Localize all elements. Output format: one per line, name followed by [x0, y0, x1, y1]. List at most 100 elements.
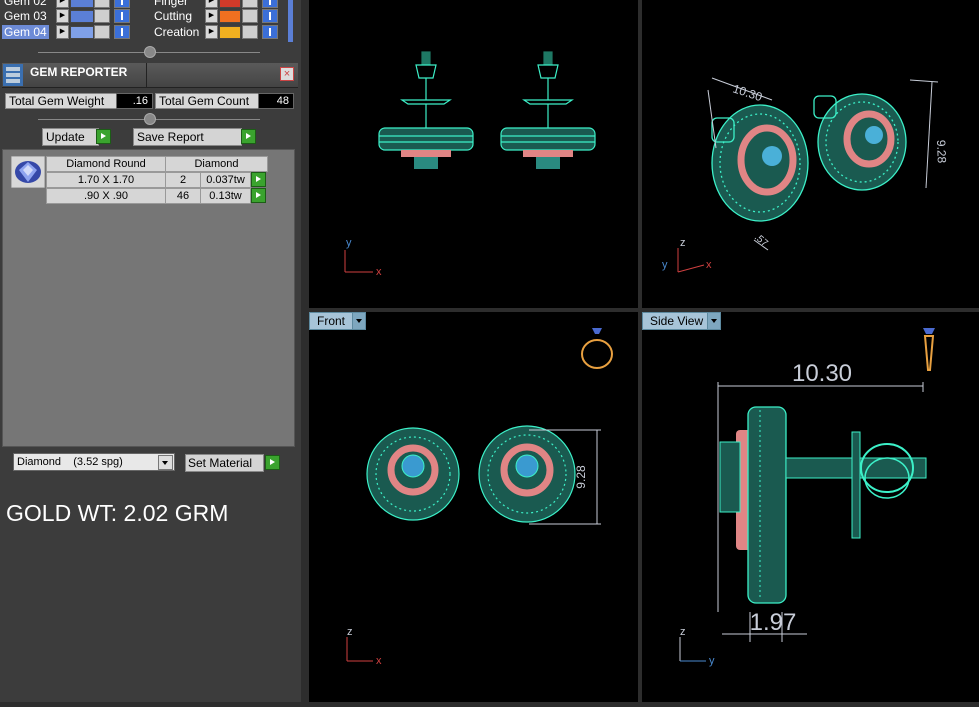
chevron-down-icon[interactable] — [352, 313, 365, 329]
gem-reporter-header: GEM REPORTER × — [2, 63, 298, 88]
dim-label-persp-b: 9.28 — [934, 140, 949, 164]
visibility-icon[interactable] — [262, 25, 278, 39]
gem-row-02[interactable]: Gem 02 ▶ — [0, 0, 150, 9]
chevron-down-icon[interactable] — [158, 455, 173, 470]
perspective-render: 10.30 9.28 .57 z y x — [662, 77, 949, 273]
row-weight: 0.13tw — [200, 188, 251, 204]
row-size: 1.70 X 1.70 — [46, 172, 166, 188]
dim-label-front: 9.28 — [574, 465, 588, 489]
side-view-dropdown[interactable]: Side View — [642, 312, 721, 330]
ring-preview-icon — [581, 328, 613, 369]
dim-label-persp-c: .57 — [752, 232, 770, 250]
visibility-icon[interactable] — [262, 0, 278, 8]
gem-table: Diamond Round Diamond 1.70 X 1.70 2 0.03… — [2, 149, 295, 447]
material-label: Cutting — [154, 9, 193, 23]
visibility-icon[interactable] — [114, 25, 130, 39]
row-count: 2 — [165, 172, 201, 188]
gem-color-swatch[interactable] — [70, 10, 94, 23]
total-weight-label: Total Gem Weight — [5, 93, 118, 109]
material-select-button[interactable]: ▶ — [205, 25, 218, 39]
gem-label: Gem 03 — [4, 9, 47, 23]
gem-reporter-icon — [3, 64, 23, 86]
viewport-perspective[interactable]: 10.30 9.28 .57 z y x — [642, 0, 979, 308]
lock-icon[interactable] — [242, 9, 258, 23]
material-row-creation[interactable]: Creation ▶ — [150, 25, 290, 40]
material-color-swatch[interactable] — [219, 0, 241, 8]
lock-icon[interactable] — [242, 0, 258, 8]
earring-preview-icon — [923, 328, 935, 371]
table-header-shape: Diamond Round — [46, 156, 166, 172]
save-report-go-icon[interactable] — [241, 129, 256, 144]
row-count: 46 — [165, 188, 201, 204]
dim-label-persp-a: 10.30 — [731, 82, 764, 105]
material-select[interactable]: Diamond (3.52 spg) — [13, 453, 175, 471]
side-view-render: 10.30 1.97 z y — [679, 328, 935, 667]
axis-label-x: x — [376, 655, 382, 667]
set-material-button[interactable]: Set Material — [185, 454, 264, 472]
material-select-button[interactable]: ▶ — [205, 0, 218, 8]
front-view-render: 9.28 z x — [346, 328, 613, 667]
material-select-button[interactable]: ▶ — [205, 9, 218, 23]
gem-label: Gem 02 — [4, 0, 47, 8]
material-color-swatch[interactable] — [219, 26, 241, 39]
chevron-down-icon[interactable] — [707, 313, 720, 329]
row-go-icon[interactable] — [251, 172, 266, 187]
splitter-handle[interactable] — [144, 113, 156, 125]
viewport-front[interactable]: Front 9.28 z x — [309, 312, 638, 702]
axis-label-z: z — [680, 626, 686, 638]
gem-row-03[interactable]: Gem 03 ▶ — [0, 9, 150, 24]
visibility-icon[interactable] — [114, 9, 130, 23]
panel-scrollbar[interactable] — [288, 0, 293, 42]
material-label: Creation — [154, 25, 200, 39]
left-panel: Gem 02 ▶ Gem 03 ▶ Gem 04 ▶ Finger ▶ Cutt… — [0, 0, 301, 702]
gem-row-04[interactable]: Gem 04 ▶ — [0, 25, 150, 40]
side-view-label: Side View — [650, 314, 704, 328]
front-view-label: Front — [317, 314, 346, 328]
gem-select-button[interactable]: ▶ — [56, 9, 69, 23]
gem-select-button[interactable]: ▶ — [56, 25, 69, 39]
material-row-cutting[interactable]: Cutting ▶ — [150, 9, 290, 24]
axis-label-y: y — [662, 259, 668, 271]
splitter-handle[interactable] — [144, 46, 156, 58]
total-weight-value: .16 — [116, 93, 153, 109]
table-header-material: Diamond — [165, 156, 268, 172]
save-report-button[interactable]: Save Report — [133, 128, 242, 146]
front-view-dropdown[interactable]: Front — [309, 312, 366, 330]
material-row-finger[interactable]: Finger ▶ — [150, 0, 290, 9]
lock-icon[interactable] — [94, 0, 110, 8]
viewport-top[interactable]: y x — [309, 0, 638, 308]
total-count-label: Total Gem Count — [155, 93, 260, 109]
gem-color-swatch[interactable] — [70, 0, 94, 8]
top-view-render: y x — [344, 51, 596, 278]
update-go-icon[interactable] — [96, 129, 111, 144]
gem-color-swatch[interactable] — [70, 26, 94, 39]
dim-label-side-top: 10.30 — [792, 360, 852, 387]
lock-icon[interactable] — [242, 25, 258, 39]
axis-label-x: x — [706, 259, 712, 271]
lock-icon[interactable] — [94, 9, 110, 23]
viewport-side[interactable]: Side View 10.30 1.97 z y — [642, 312, 979, 702]
material-color-swatch[interactable] — [219, 10, 241, 23]
row-size: .90 X .90 — [46, 188, 166, 204]
gold-weight-note: GOLD WT: 2.02 GRM — [6, 500, 229, 526]
visibility-icon[interactable] — [262, 9, 278, 23]
axis-label-z: z — [680, 237, 686, 249]
gem-select-button[interactable]: ▶ — [56, 0, 69, 8]
axis-label-x: x — [376, 266, 382, 278]
set-material-go-icon[interactable] — [265, 455, 280, 470]
gem-label: Gem 04 — [2, 25, 49, 39]
lock-icon[interactable] — [94, 25, 110, 39]
row-go-icon[interactable] — [251, 188, 266, 203]
panel-title: GEM REPORTER — [30, 65, 128, 79]
material-select-value: Diamond (3.52 spg) — [17, 456, 123, 468]
axis-label-y: y — [709, 655, 715, 667]
material-label: Finger — [154, 0, 189, 8]
axis-label-y: y — [346, 237, 352, 249]
update-button[interactable]: Update — [42, 128, 99, 146]
total-count-value: 48 — [258, 93, 294, 109]
close-icon[interactable]: × — [280, 67, 294, 81]
row-weight: 0.037tw — [200, 172, 251, 188]
diamond-icon — [11, 156, 45, 188]
visibility-icon[interactable] — [114, 0, 130, 8]
axis-label-z: z — [347, 626, 353, 638]
